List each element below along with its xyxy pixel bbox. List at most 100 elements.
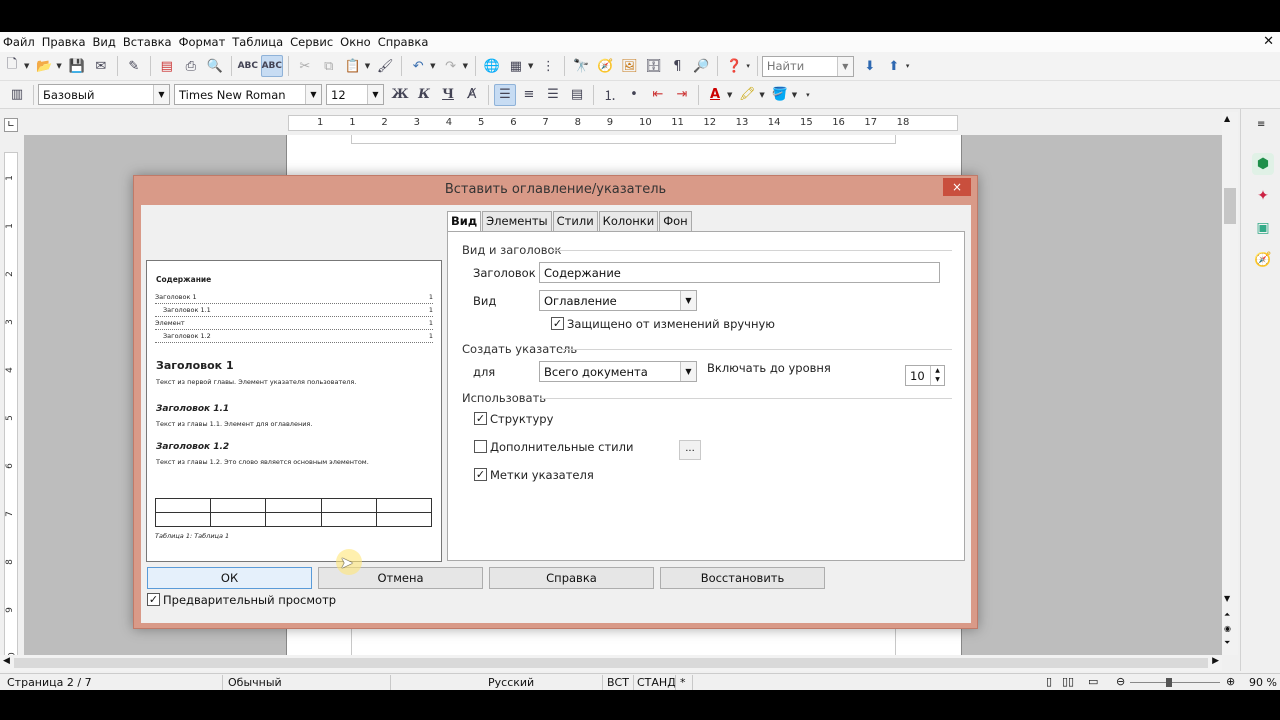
outline-checkbox[interactable]: ✓ bbox=[474, 412, 487, 425]
chevron-down-icon[interactable]: ▼ bbox=[153, 85, 169, 104]
tab-type[interactable]: Вид bbox=[447, 211, 482, 232]
single-page-view-icon[interactable]: ▯ bbox=[1046, 675, 1052, 688]
align-justify-icon[interactable]: ▤ bbox=[566, 84, 588, 106]
chevron-down-icon[interactable]: ▼ bbox=[836, 56, 853, 76]
toolbar-options-icon[interactable]: ▾ bbox=[806, 91, 810, 99]
tab-styles[interactable]: Стили bbox=[552, 211, 598, 231]
insert-mode-indicator[interactable]: ВСТ bbox=[607, 676, 629, 689]
horizontal-scrollbar[interactable]: ◀ ▶ bbox=[0, 655, 1222, 671]
font-size-select[interactable]: 12 ▼ bbox=[326, 84, 384, 105]
language-indicator[interactable]: Русский bbox=[488, 676, 534, 689]
increase-indent-icon[interactable]: ⇥ bbox=[671, 84, 693, 106]
chevron-down-icon[interactable]: ▼ bbox=[680, 291, 696, 310]
scroll-thumb[interactable] bbox=[1224, 188, 1236, 224]
assign-styles-button[interactable]: ... bbox=[679, 440, 701, 460]
vertical-ruler[interactable]: 112345678910 bbox=[4, 152, 18, 664]
cut-icon[interactable]: ✂ bbox=[294, 55, 316, 77]
hyperlink-icon[interactable]: 🌐 bbox=[481, 55, 503, 77]
highlight-dropdown-icon[interactable]: ▼ bbox=[759, 91, 764, 99]
align-left-icon[interactable]: ☰ bbox=[494, 83, 516, 106]
gallery-icon[interactable]: ▣ bbox=[1252, 217, 1274, 239]
selection-mode-indicator[interactable]: СТАНД bbox=[637, 676, 676, 689]
tab-columns[interactable]: Колонки bbox=[598, 211, 659, 231]
index-marks-checkbox[interactable]: ✓ bbox=[474, 468, 487, 481]
redo-icon[interactable]: ↷ bbox=[440, 55, 462, 77]
bold-button[interactable]: Ж bbox=[389, 84, 411, 106]
export-pdf-icon[interactable]: ▤ bbox=[156, 55, 178, 77]
menu-window[interactable]: Окно bbox=[340, 35, 376, 49]
modified-indicator[interactable]: * bbox=[680, 676, 686, 689]
previous-page-icon[interactable]: ⏶ bbox=[1224, 610, 1230, 620]
page-indicator[interactable]: Страница 2 / 7 bbox=[7, 676, 92, 689]
data-sources-icon[interactable]: 🗄 bbox=[642, 55, 664, 77]
menu-tools[interactable]: Сервис bbox=[290, 35, 338, 49]
help-icon[interactable]: ❓ bbox=[723, 55, 745, 77]
multi-page-view-icon[interactable]: ▯▯ bbox=[1062, 675, 1074, 688]
menu-edit[interactable]: Правка bbox=[42, 35, 91, 49]
help-button[interactable]: Справка bbox=[489, 567, 654, 589]
undo-dropdown-icon[interactable]: ▼ bbox=[430, 62, 435, 70]
additional-styles-checkbox[interactable] bbox=[474, 440, 487, 453]
scroll-right-icon[interactable]: ▶ bbox=[1212, 656, 1219, 666]
sidebar-menu-icon[interactable]: ≡ bbox=[1257, 119, 1265, 130]
open-folder-icon[interactable]: 📂 bbox=[33, 55, 55, 77]
navigator-icon[interactable]: 🧭 bbox=[594, 55, 616, 77]
spellcheck-icon[interactable]: ABC bbox=[237, 55, 259, 77]
table-dropdown-icon[interactable]: ▼ bbox=[528, 62, 533, 70]
clone-format-icon[interactable]: 🖌 bbox=[374, 55, 396, 77]
menu-help[interactable]: Справка bbox=[378, 35, 434, 49]
paste-dropdown-icon[interactable]: ▼ bbox=[365, 62, 370, 70]
properties-icon[interactable]: ⬢ bbox=[1252, 153, 1274, 175]
type-select[interactable]: Оглавление ▼ bbox=[539, 290, 697, 311]
vertical-scrollbar[interactable]: ▲ ▼ ⏶ ◉ ⏷ bbox=[1222, 112, 1238, 655]
find-previous-icon[interactable]: ⬆ bbox=[883, 55, 905, 77]
book-view-icon[interactable]: ▭ bbox=[1088, 675, 1098, 688]
find-next-icon[interactable]: ⬇ bbox=[859, 55, 881, 77]
find-replace-icon[interactable]: 🔭 bbox=[570, 55, 592, 77]
zoom-slider[interactable] bbox=[1130, 682, 1220, 683]
find-input[interactable]: Найти ▼ bbox=[761, 55, 854, 77]
menu-insert[interactable]: Вставка bbox=[123, 35, 177, 49]
bullets-icon[interactable]: • bbox=[623, 84, 645, 106]
menu-view[interactable]: Вид bbox=[93, 35, 121, 49]
spinner-arrows-icon[interactable]: ▲ ▼ bbox=[930, 366, 944, 385]
navigation-icon[interactable]: ◉ bbox=[1224, 624, 1231, 633]
page-style-indicator[interactable]: Обычный bbox=[228, 676, 282, 689]
font-color-dropdown-icon[interactable]: ▼ bbox=[727, 91, 732, 99]
zoom-in-icon[interactable]: ⊕ bbox=[1226, 675, 1235, 688]
redo-dropdown-icon[interactable]: ▼ bbox=[463, 62, 468, 70]
copy-icon[interactable]: ⧉ bbox=[318, 55, 340, 77]
chevron-down-icon[interactable]: ▼ bbox=[367, 85, 383, 104]
clear-formatting-icon[interactable]: A̸ bbox=[461, 84, 483, 106]
save-icon[interactable]: 💾 bbox=[66, 55, 88, 77]
tab-entries[interactable]: Элементы bbox=[482, 211, 552, 231]
menu-table[interactable]: Таблица bbox=[232, 35, 288, 49]
new-document-icon[interactable]: 🗋 bbox=[1, 55, 23, 77]
menu-format[interactable]: Формат bbox=[179, 35, 231, 49]
align-right-icon[interactable]: ☰ bbox=[542, 84, 564, 106]
scroll-down-icon[interactable]: ▼ bbox=[1224, 594, 1230, 603]
new-dropdown-icon[interactable]: ▼ bbox=[24, 62, 29, 70]
find-toolbar-options-icon[interactable]: ▾ bbox=[906, 62, 910, 70]
background-color-icon[interactable]: 🪣 bbox=[769, 84, 791, 106]
highlight-icon[interactable]: 🖍 bbox=[736, 84, 758, 106]
scope-select[interactable]: Всего документа ▼ bbox=[539, 361, 697, 382]
undo-icon[interactable]: ↶ bbox=[407, 55, 429, 77]
align-center-icon[interactable]: ≡ bbox=[518, 84, 540, 106]
chevron-down-icon[interactable]: ▼ bbox=[305, 85, 321, 104]
underline-button[interactable]: Ч bbox=[437, 84, 459, 106]
level-spinner[interactable]: 10 ▲ ▼ bbox=[905, 365, 945, 386]
scroll-up-icon[interactable]: ▲ bbox=[1224, 114, 1230, 123]
scroll-track[interactable] bbox=[14, 658, 1208, 668]
zoom-icon[interactable]: 🔎 bbox=[690, 55, 712, 77]
font-color-icon[interactable]: A bbox=[704, 84, 726, 106]
zoom-slider-thumb[interactable] bbox=[1166, 678, 1172, 687]
edit-file-icon[interactable]: ✎ bbox=[123, 55, 145, 77]
chevron-down-icon[interactable]: ▼ bbox=[680, 362, 696, 381]
preview-checkbox[interactable]: ✓ bbox=[147, 593, 160, 606]
tab-stop-selector[interactable]: ∟ bbox=[4, 118, 18, 132]
dialog-close-button[interactable]: × bbox=[943, 178, 971, 196]
title-input[interactable]: Содержание bbox=[539, 262, 940, 283]
gallery-icon[interactable]: 🖼 bbox=[618, 55, 640, 77]
horizontal-ruler[interactable]: 1 1 2 3 4 5 6 7 8 9 10 11 12 13 14 15 16 17 18 bbox=[288, 115, 958, 131]
